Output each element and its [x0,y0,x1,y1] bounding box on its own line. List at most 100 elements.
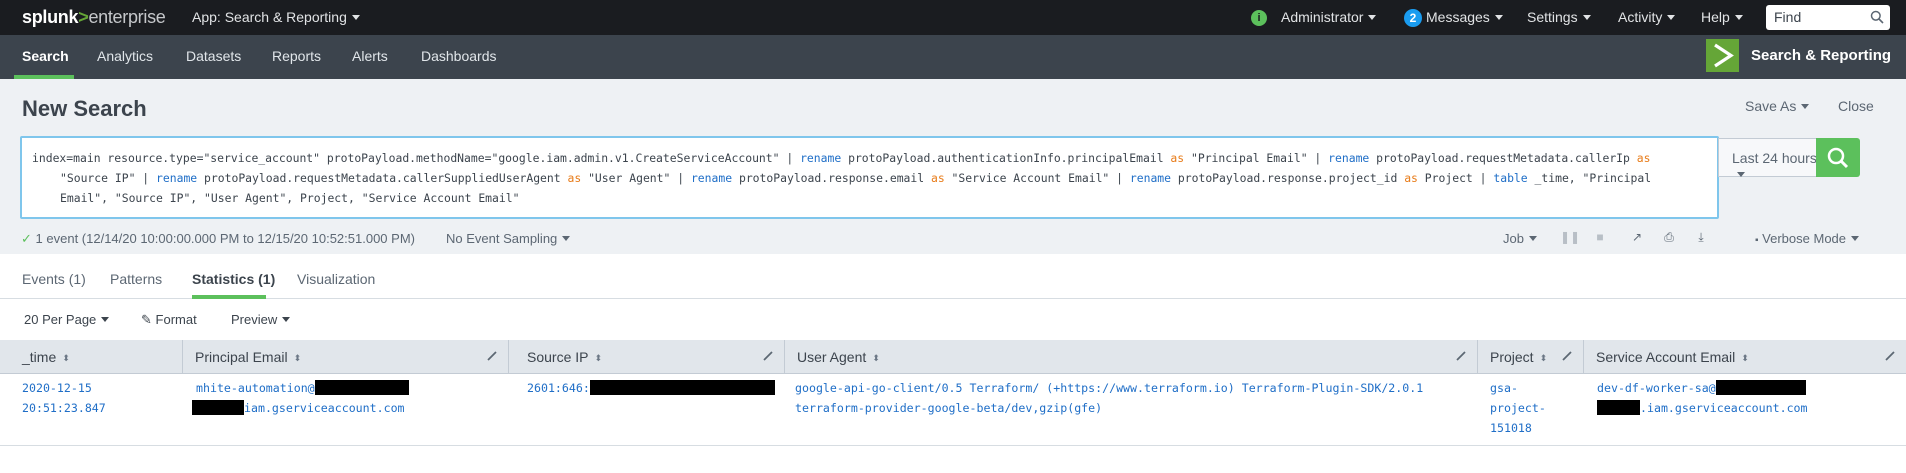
tab-visualization[interactable]: Visualization [297,271,375,287]
chevron-down-icon [1734,14,1743,20]
cell-project-line-1: gsa- [1490,381,1518,395]
edit-column-icon[interactable] [1455,350,1467,362]
pause-icon[interactable]: ❚❚ [1560,230,1580,244]
query-command: rename [800,151,842,165]
column-header-service-account-email[interactable]: Service Account Email ⬍ [1584,340,1906,374]
messages-menu[interactable]: Messages [1426,9,1503,25]
cell-user-agent-line-2: terraform-provider-google-beta/dev,gzip(… [795,401,1103,415]
search-icon [1827,147,1849,169]
sort-icon: ⬍ [872,353,880,364]
chevron-down-icon [351,14,360,20]
messages-count-badge[interactable]: 2 [1404,9,1422,27]
column-header-time[interactable]: _time ⬍ [0,340,183,374]
logo-splunk-text: splunk [22,7,79,27]
edit-column-icon[interactable] [762,350,774,362]
edit-column-icon[interactable] [486,350,498,362]
app-menu[interactable]: App: Search & Reporting [192,9,360,25]
cell-user-agent-line-1: google-api-go-client/0.5 Terraform/ (+ht… [795,381,1424,395]
close-button[interactable]: Close [1838,98,1874,114]
cell-user-agent[interactable]: google-api-go-client/0.5 Terraform/ (+ht… [795,378,1423,418]
cell-source-ip-prefix: 2601:646: [527,381,590,395]
cell-principal-email[interactable]: mhite-automation@ iam.gserviceaccount.co… [192,378,409,418]
query-keyword: as [930,171,945,185]
top-bar: splunk>enterprise App: Search & Reportin… [0,0,1906,35]
nav-tab-analytics[interactable]: Analytics [97,48,153,64]
settings-menu[interactable]: Settings [1527,9,1591,25]
table-header: _time ⬍ Principal Email ⬍ Source IP ⬍ User … [0,340,1906,374]
print-icon[interactable]: ⎙ [1661,230,1677,245]
tab-patterns[interactable]: Patterns [110,271,162,287]
cell-principal-email-user: mhite-automation@ [196,381,315,395]
edit-column-icon[interactable] [1884,350,1896,362]
cell-service-account-email[interactable]: dev-df-worker-sa@ .iam.gserviceaccount.c… [1597,378,1808,418]
query-text: "User Agent" | [581,171,691,185]
chevron-down-icon [562,236,571,242]
column-header-project[interactable]: Project ⬍ [1478,340,1584,374]
tab-events[interactable]: Events (1) [22,271,86,287]
query-text: protoPayload.response.project_id [1171,171,1405,185]
nav-tab-datasets[interactable]: Datasets [186,48,241,64]
redaction-block [1715,380,1806,395]
sort-icon: ⬍ [1741,353,1749,364]
share-icon[interactable]: ↗ [1629,230,1645,244]
search-button[interactable] [1816,138,1860,177]
activity-menu[interactable]: Activity [1618,9,1676,25]
sort-icon: ⬍ [1539,353,1548,364]
job-menu[interactable]: Job [1503,231,1537,246]
column-header-source-ip[interactable]: Source IP ⬍ [509,340,785,374]
redaction-block [589,380,775,395]
search-icon[interactable] [1870,10,1884,24]
row-divider [0,445,1906,446]
nav-tab-dashboards[interactable]: Dashboards [421,48,497,64]
column-header-user-agent[interactable]: User Agent ⬍ [785,340,1478,374]
column-header-label: Service Account Email [1596,349,1736,365]
search-mode-menu[interactable]: ▪ Verbose Mode [1755,231,1860,246]
export-icon[interactable]: ⤓ [1693,230,1709,245]
sort-icon: ⬍ [293,353,302,364]
job-menu-label: Job [1503,231,1524,246]
nav-tab-reports[interactable]: Reports [272,48,321,64]
find-input[interactable]: Find [1766,5,1890,30]
save-as-button[interactable]: Save As [1745,98,1810,114]
search-query-input[interactable]: index=main resource.type="service_accoun… [20,136,1719,219]
column-header-label: _time [22,349,57,365]
chevron-down-icon [1667,14,1676,20]
info-status-icon[interactable]: i [1251,10,1267,26]
cell-time[interactable]: 2020-12-15 20:51:23.847 [22,378,106,418]
cell-project[interactable]: gsa- project- 151018 [1490,378,1546,438]
event-sampling-label: No Event Sampling [446,231,558,246]
column-header-principal-email[interactable]: Principal Email ⬍ [183,340,509,374]
cell-sa-email-domain: .iam.gserviceaccount.com [1640,401,1808,415]
search-mode-label: Verbose Mode [1762,231,1847,246]
tab-statistics[interactable]: Statistics (1) [192,271,275,287]
time-range-picker[interactable]: Last 24 hours [1718,138,1825,177]
chevron-down-icon [1582,14,1591,20]
activity-menu-label: Activity [1618,9,1663,25]
query-text: "Principal Email" | [1184,151,1329,165]
help-menu[interactable]: Help [1701,9,1743,25]
query-command: rename [1129,171,1172,185]
cell-source-ip[interactable]: 2601:646: [527,378,775,398]
query-keyword: as [567,171,582,185]
query-text: Project | [1417,171,1494,185]
per-page-label: 20 Per Page [24,312,97,327]
per-page-menu[interactable]: 20 Per Page [24,312,110,327]
nav-tab-alerts[interactable]: Alerts [352,48,388,64]
event-sampling-menu[interactable]: No Event Sampling [446,231,571,246]
format-button[interactable]: ✎ Format [141,312,197,328]
query-text: "Source IP" | [60,171,157,185]
stop-icon[interactable]: ■ [1592,230,1608,244]
mode-icon: ▪ [1755,235,1759,246]
query-keyword: as [1170,151,1185,165]
nav-tab-search[interactable]: Search [22,48,69,64]
help-menu-label: Help [1701,9,1730,25]
query-line-3: Email", "Source IP", "User Agent", Proje… [32,188,1709,208]
preview-menu[interactable]: Preview [231,312,291,327]
splunk-logo[interactable]: splunk>enterprise [22,7,166,28]
save-as-label: Save As [1745,98,1797,114]
user-menu[interactable]: Administrator [1281,9,1377,25]
result-tabs [0,254,1906,299]
query-keyword: as [1404,171,1418,185]
edit-column-icon[interactable] [1561,350,1573,362]
redaction-block [314,380,409,395]
